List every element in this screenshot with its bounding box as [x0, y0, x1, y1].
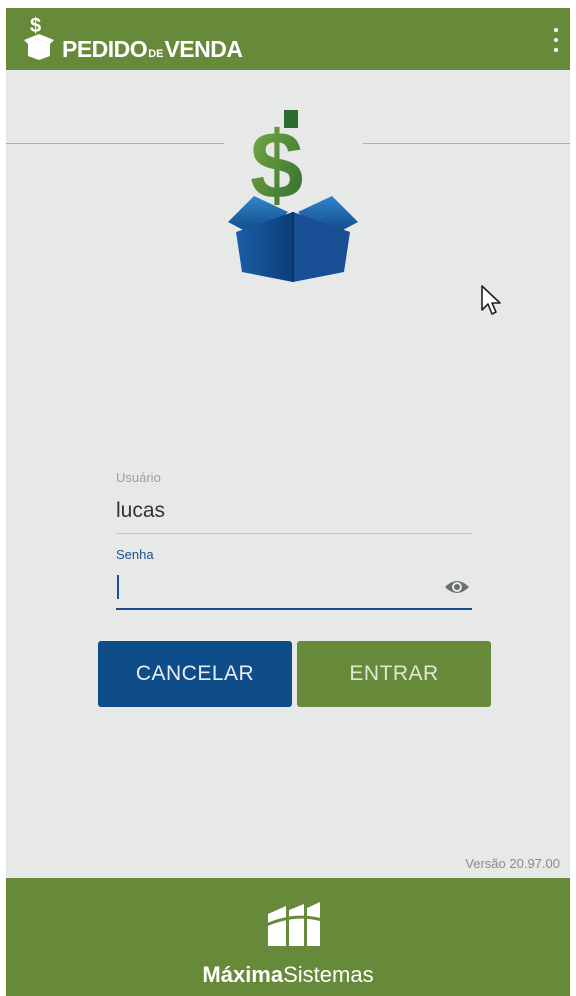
eye-icon[interactable] [444, 578, 470, 596]
divider-right [363, 143, 570, 144]
user-input[interactable]: lucas [116, 499, 472, 525]
maxima-logo-icon [264, 902, 322, 946]
svg-text:$: $ [30, 15, 41, 37]
login-form: Usuário lucas Senha [116, 470, 472, 610]
user-underline [116, 533, 472, 534]
user-label: Usuário [116, 470, 161, 485]
cancel-button[interactable]: CANCELAR [98, 641, 292, 707]
app-frame: $ PEDIDODEVENDA $ Usuário lucas Senha CA… [6, 8, 570, 996]
text-caret [117, 575, 119, 599]
enter-button[interactable]: ENTRAR [297, 641, 491, 707]
brand-name: MáximaSistemas [202, 962, 374, 987]
mouse-cursor-icon [481, 285, 501, 315]
password-underline [116, 608, 472, 610]
footer-bar: MáximaSistemas [6, 878, 570, 996]
password-input[interactable] [116, 568, 472, 608]
version-label: Versão 20.97.00 [465, 856, 560, 871]
password-label: Senha [116, 547, 154, 562]
divider-left [6, 143, 224, 144]
app-bar: $ PEDIDODEVENDA [6, 8, 570, 70]
kebab-menu-icon[interactable] [550, 28, 562, 52]
dollar-box-hero-icon: $ [228, 110, 358, 282]
dollar-box-logo-icon: $ [24, 15, 54, 60]
app-title: PEDIDODEVENDA [62, 36, 243, 62]
